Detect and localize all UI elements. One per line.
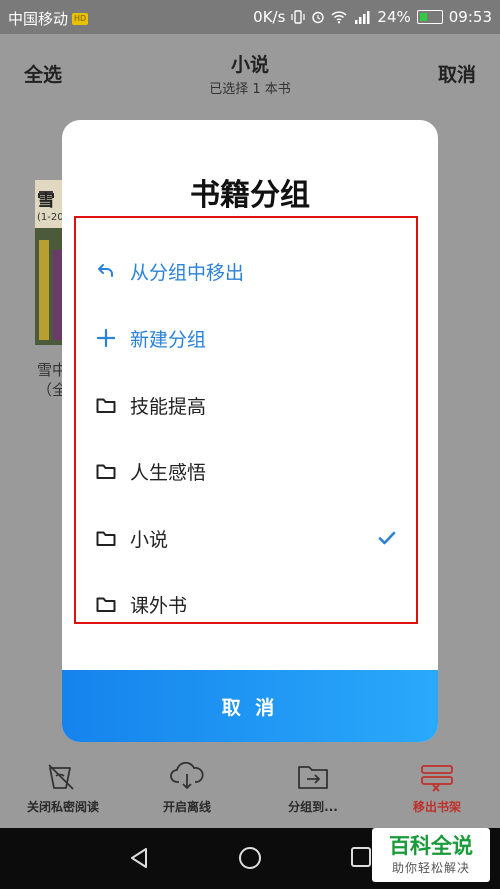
book-group-dialog: 书籍分组 从分组中移出 新建分组 技能提高 人生感悟 小说 课外书 取 消 [62, 120, 438, 742]
bottom-item-label: 移出书架 [412, 800, 461, 814]
option-label: 技能提高 [130, 395, 207, 418]
bottom-item-label: 关闭私密阅读 [26, 800, 99, 814]
alarm-icon [312, 11, 325, 24]
option-group-extracurricular[interactable]: 课外书 [76, 571, 416, 637]
option-group-novel[interactable]: 小说 [76, 505, 416, 571]
option-label: 人生感悟 [130, 461, 207, 484]
watermark-title: 百科全说 [389, 834, 473, 858]
folder-icon [94, 526, 118, 550]
watermark-logo: 百科全说 助你轻松解决 [372, 828, 490, 882]
home-icon[interactable] [238, 846, 262, 870]
dialog-cancel-label: 取 消 [221, 696, 279, 719]
book-cover-subtitle: (1-20 [37, 212, 64, 223]
recent-apps-icon[interactable] [350, 846, 372, 868]
offline-button[interactable]: 开启离线 [132, 762, 242, 815]
watermark-subtitle: 助你轻松解决 [391, 861, 470, 875]
page-title: 小说 [230, 54, 269, 76]
back-icon[interactable] [128, 846, 150, 870]
option-new-group[interactable]: 新建分组 [76, 305, 416, 371]
private-reading-button[interactable]: 关闭私密阅读 [8, 762, 118, 815]
private-reading-icon [48, 764, 74, 790]
group-options-list: 从分组中移出 新建分组 技能提高 人生感悟 小说 课外书 [74, 216, 418, 624]
option-remove-from-group[interactable]: 从分组中移出 [76, 238, 416, 304]
bottom-action-bar: 关闭私密阅读 开启离线 分组到... 移出书架 [0, 752, 500, 828]
battery-icon [416, 10, 443, 24]
selection-count: 已选择 1 本书 [209, 82, 291, 97]
folder-icon [94, 592, 118, 616]
cancel-header-button[interactable]: 取消 [438, 60, 476, 87]
status-left: 中国移动 HD [8, 8, 89, 29]
cloud-download-icon [170, 762, 204, 790]
carrier-name: 中国移动 [8, 10, 69, 28]
battery-percent: 24% [377, 8, 411, 26]
option-group-skill[interactable]: 技能提高 [76, 372, 416, 438]
plus-icon [94, 326, 118, 350]
undo-arrow-icon [94, 259, 118, 283]
option-label: 新建分组 [130, 328, 207, 351]
hd-badge: HD [72, 12, 89, 25]
remove-from-shelf-button[interactable]: 移出书架 [382, 762, 492, 815]
book-cover-title: 雪 [37, 190, 55, 211]
vibrate-icon [291, 10, 306, 24]
status-bar: 中国移动 HD 0K/s 24% 09:53 [0, 0, 500, 34]
option-label: 课外书 [130, 594, 188, 617]
bottom-item-label: 分组到... [288, 800, 338, 814]
signal-icon [355, 11, 370, 24]
group-to-button[interactable]: 分组到... [258, 762, 368, 815]
folder-icon [94, 459, 118, 483]
clock: 09:53 [448, 8, 492, 26]
option-label: 从分组中移出 [130, 261, 245, 284]
status-right: 0K/s 24% 09:53 [253, 8, 492, 26]
top-header: 全选 小说 已选择 1 本书 取消 [0, 34, 500, 110]
network-speed: 0K/s [253, 8, 286, 26]
dialog-cancel-button[interactable]: 取 消 [62, 670, 438, 742]
remove-shelf-icon [421, 765, 453, 792]
option-label: 小说 [130, 528, 169, 551]
move-to-folder-icon [298, 766, 328, 789]
folder-icon [94, 393, 118, 417]
option-group-life[interactable]: 人生感悟 [76, 438, 416, 504]
wifi-icon [331, 11, 347, 24]
bottom-item-label: 开启离线 [162, 800, 211, 814]
checkmark-icon [376, 527, 398, 549]
dialog-title: 书籍分组 [190, 178, 310, 213]
